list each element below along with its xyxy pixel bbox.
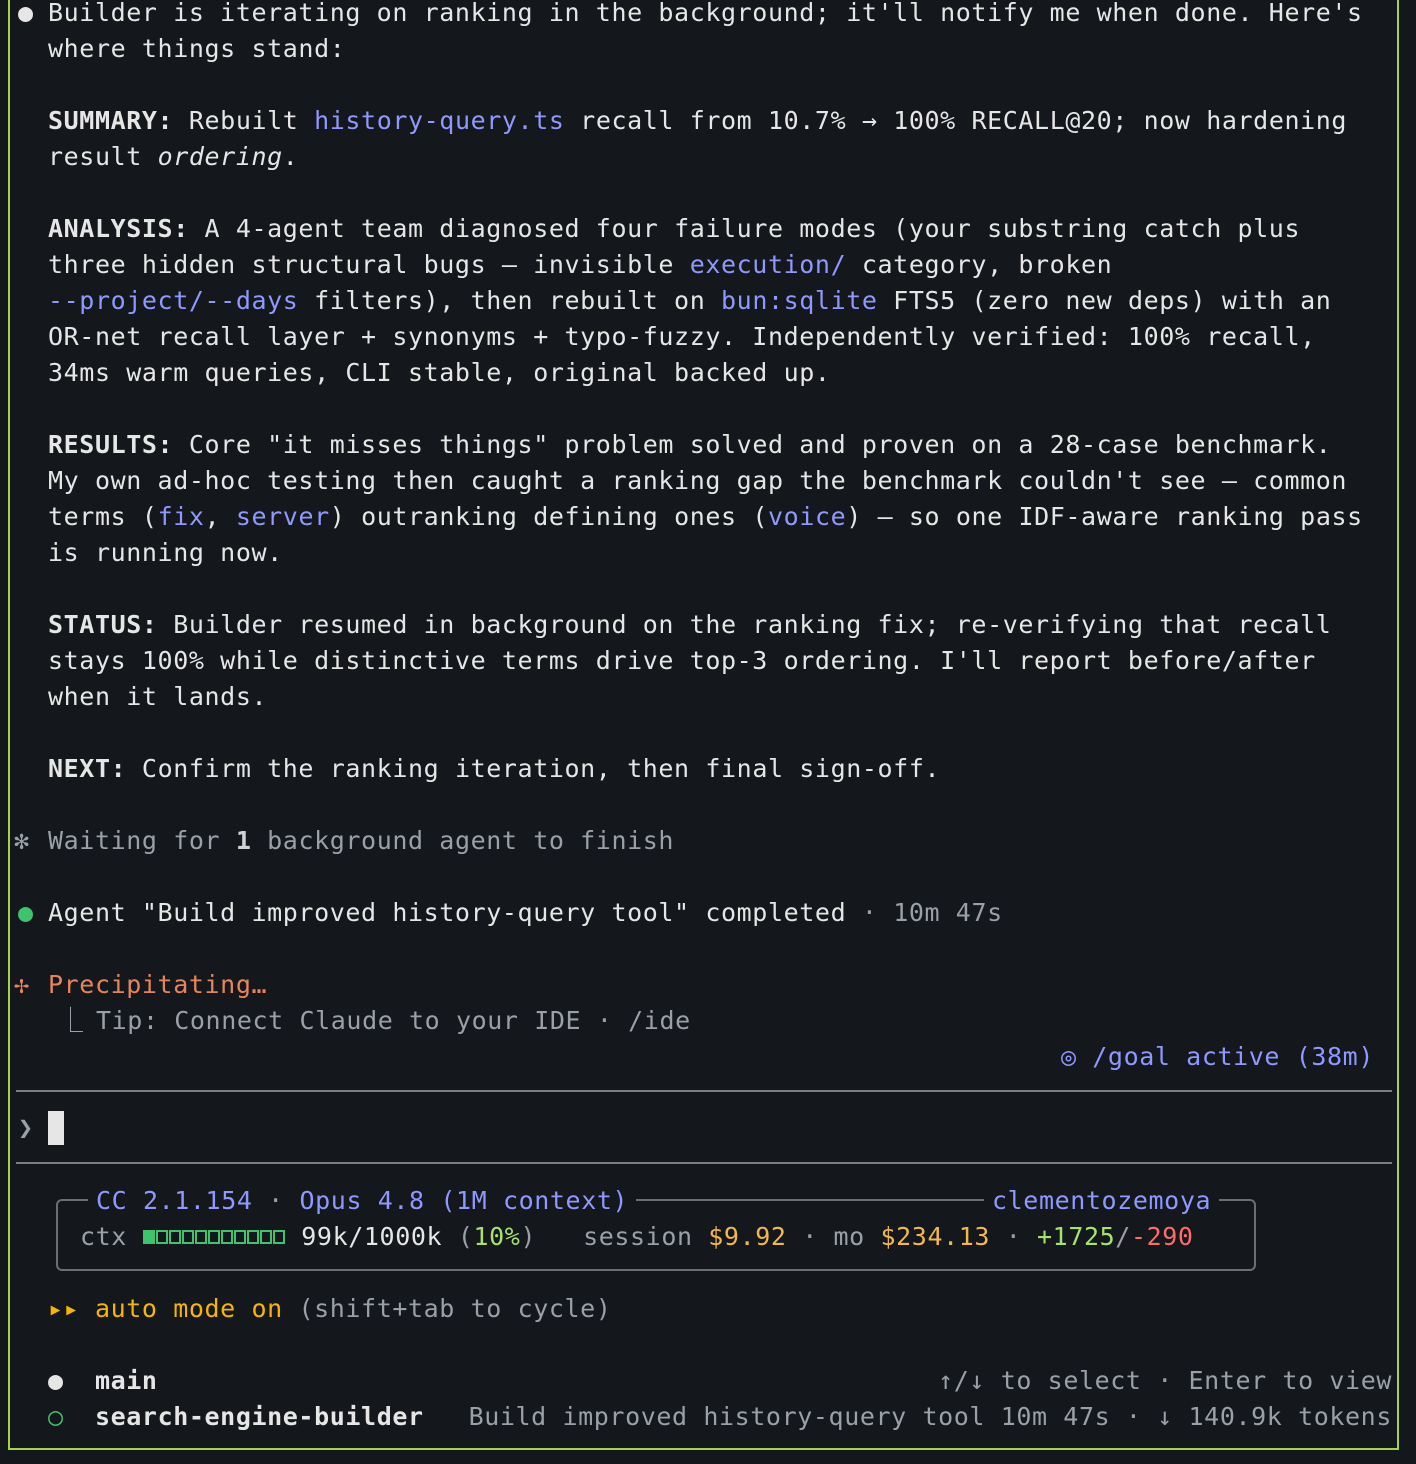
agent-completed-line: Agent "Build improved history-query tool…: [48, 898, 1003, 927]
next-label: NEXT:: [48, 754, 127, 783]
agents-select-hint: ↑/↓ to select · Enter to view: [938, 1366, 1392, 1395]
intro-line-1: Builder is iterating on ranking in the b…: [48, 0, 1363, 27]
results-line-4: is running now.: [48, 538, 283, 567]
context-bar-cell: [207, 1230, 220, 1244]
statusline-metrics: ctx 99k/1000k (10%) session $9.92 · mo $…: [80, 1219, 1194, 1255]
context-bar-cell: [168, 1230, 181, 1244]
analysis-label: ANALYSIS:: [48, 214, 189, 243]
code-history-query: history-query.ts: [314, 106, 565, 135]
context-bar-cell: [259, 1230, 272, 1244]
filled-dot-icon: ●: [48, 1366, 64, 1395]
status-label: STATUS:: [48, 610, 158, 639]
activity-label: Precipitating…: [48, 970, 268, 999]
prompt-input[interactable]: [48, 1111, 64, 1145]
status-line-2: stays 100% while distinctive terms drive…: [48, 646, 1316, 675]
goal-indicator: ◎ /goal active (38m): [1060, 1042, 1374, 1071]
tip-corner-icon: ⎿: [58, 1006, 84, 1035]
prompt-divider-bottom: [16, 1162, 1392, 1164]
auto-mode-line[interactable]: ▸▸ auto mode on (shift+tab to cycle): [48, 1291, 611, 1327]
next-line: NEXT: Confirm the ranking iteration, the…: [48, 754, 941, 783]
context-bar-cell: [155, 1230, 168, 1244]
analysis-line-3: --project/--days filters), then rebuilt …: [48, 286, 1332, 315]
intro-line-2: where things stand:: [48, 34, 346, 63]
summary-line-1: SUMMARY: Rebuilt history-query.ts recall…: [48, 106, 1348, 135]
model-name: Opus 4.8 (1M context): [299, 1186, 629, 1215]
agent-builder-description: Build improved history-query tool 10m 47…: [468, 1402, 1392, 1431]
context-usage-bar: [142, 1218, 286, 1254]
tip-text: Tip: Connect Claude to your IDE · /ide: [96, 1006, 691, 1035]
summary-label: SUMMARY:: [48, 106, 174, 135]
cc-version: CC 2.1.154: [96, 1186, 253, 1215]
statusline-user: clementozemoya: [984, 1183, 1220, 1219]
goal-target-icon: ◎: [1060, 1042, 1077, 1071]
results-line-3: terms (fix, server) outranking defining …: [48, 502, 1363, 531]
context-bar-cell: [272, 1230, 285, 1244]
message-bullet: ●: [18, 0, 34, 27]
agent-item-main[interactable]: ● main: [48, 1363, 158, 1399]
analysis-line-1: ANALYSIS: A 4-agent team diagnosed four …: [48, 214, 1301, 243]
agent-item-search-engine-builder[interactable]: ○ search-engine-builder: [48, 1399, 424, 1435]
summary-line-2: result ordering.: [48, 142, 299, 171]
spinner-asterisk-icon: ✻: [14, 826, 30, 855]
results-line-1: RESULTS: Core "it misses things" problem…: [48, 430, 1332, 459]
status-line-1: STATUS: Builder resumed in background on…: [48, 610, 1332, 639]
status-line-3: when it lands.: [48, 682, 268, 711]
results-label: RESULTS:: [48, 430, 174, 459]
prompt-chevron-icon: ❯: [18, 1113, 34, 1142]
results-line-2: My own ad-hoc testing then caught a rank…: [48, 466, 1348, 495]
analysis-line-5: 34ms warm queries, CLI stable, original …: [48, 358, 831, 387]
fast-forward-icon: ▸▸: [48, 1294, 80, 1323]
context-bar-cell: [246, 1230, 259, 1244]
context-bar-cell: [181, 1230, 194, 1244]
context-bar-cell: [220, 1230, 233, 1244]
analysis-line-4: OR-net recall layer + synonyms + typo-fu…: [48, 322, 1316, 351]
prompt-divider-top: [16, 1090, 1392, 1092]
waiting-line: Waiting for 1 background agent to finish: [48, 826, 675, 855]
activity-sparkle-icon: ✢: [14, 970, 30, 999]
hollow-circle-icon: ○: [48, 1402, 64, 1431]
analysis-line-2: three hidden structural bugs — invisible…: [48, 250, 1113, 279]
context-bar-cell: [233, 1230, 246, 1244]
statusline-title: CC 2.1.154 · Opus 4.8 (1M context): [88, 1183, 637, 1219]
success-dot-icon: ●: [18, 898, 34, 927]
context-bar-cell: [194, 1230, 207, 1244]
context-bar-cell: [142, 1230, 155, 1244]
